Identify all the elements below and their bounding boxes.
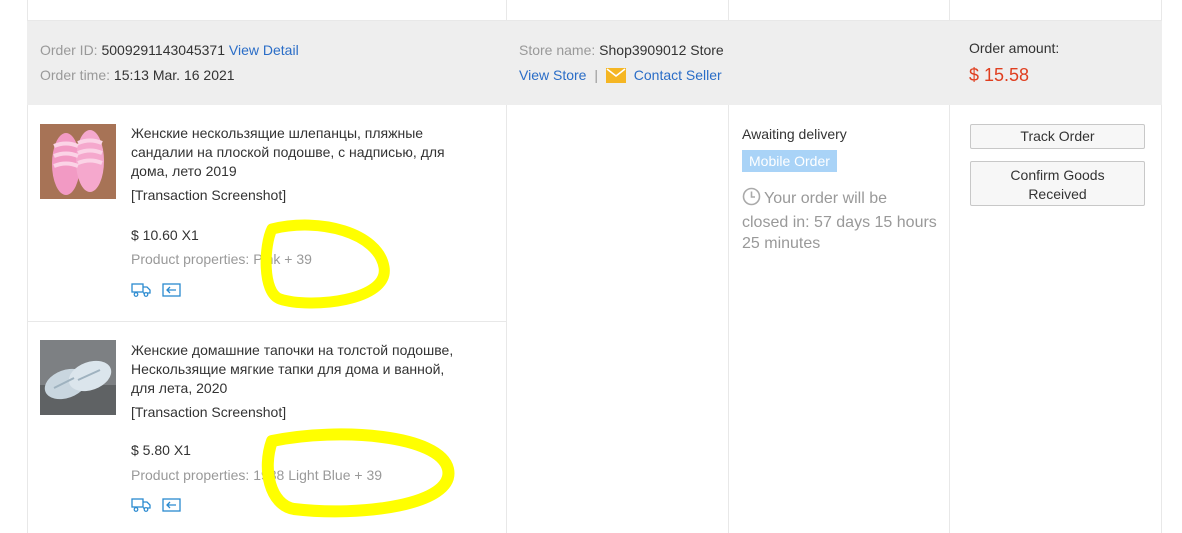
product-title[interactable]: Женские домашние тапочки на толстой подо… (131, 341, 501, 398)
order-id-value: 5009291143045371 (101, 42, 226, 58)
order-amount-label: Order amount: (969, 40, 1060, 56)
order-countdown: Your order will be closed in: 57 days 15… (742, 187, 947, 254)
store-name-label: Store name: (519, 42, 596, 58)
product-title-line: Женские домашние тапочки на толстой подо… (131, 342, 454, 358)
view-detail-link[interactable]: View Detail (229, 42, 299, 58)
product-title[interactable]: Женские нескользящие шлепанцы, пляжные с… (131, 124, 501, 181)
countdown-line: Your order will be (764, 190, 888, 207)
product-properties-value: 1988 Light Blue + 39 (253, 467, 383, 483)
view-store-link[interactable]: View Store (519, 67, 586, 83)
mobile-order-badge: Mobile Order (742, 150, 837, 172)
contact-seller-link[interactable]: Contact Seller (634, 67, 722, 83)
countdown-line: 25 minutes (742, 235, 821, 252)
product-properties-label: Product properties: (131, 251, 250, 267)
order-time-value: 15:13 Mar. 16 2021 (113, 67, 235, 83)
product-properties-value: Pink + 39 (253, 251, 312, 267)
product-properties: Product properties: 1988 Light Blue + 39 (131, 467, 382, 483)
product-title-line: Женские нескользящие шлепанцы, пляжные (131, 125, 424, 141)
item-divider (27, 321, 506, 322)
product-properties-label: Product properties: (131, 467, 250, 483)
clock-icon (742, 187, 761, 212)
order-header (27, 21, 1162, 105)
item-price: $ 10.60 X1 (131, 227, 199, 243)
order-id-label: Order ID: (40, 42, 98, 58)
product-title-line: сандалии на плоской подошве, с надписью,… (131, 144, 445, 160)
shipping-truck-icon[interactable] (131, 283, 151, 297)
store-links-row: View Store | Contact Seller (519, 67, 722, 86)
store-name-value: Shop3909012 Store (599, 42, 724, 58)
order-status: Awaiting delivery (742, 126, 847, 142)
shipping-truck-icon[interactable] (131, 498, 151, 512)
product-properties: Product properties: Pink + 39 (131, 251, 312, 267)
order-time-row: Order time: 15:13 Mar. 16 2021 (40, 67, 235, 83)
order-id-row: Order ID: 5009291143045371 View Detail (40, 42, 299, 58)
product-image-pink-slippers[interactable] (40, 124, 116, 199)
return-icon[interactable] (162, 498, 182, 512)
item-price: $ 5.80 X1 (131, 442, 191, 458)
transaction-screenshot-link[interactable]: [Transaction Screenshot] (131, 404, 286, 420)
link-separator: | (594, 67, 598, 83)
button-label-line: Confirm Goods (1010, 167, 1105, 183)
product-title-line: для лета, 2020 (131, 380, 228, 396)
product-title-line: Нескользящие мягкие тапки для дома и ван… (131, 361, 445, 377)
store-name-row: Store name: Shop3909012 Store (519, 42, 724, 58)
return-icon[interactable] (162, 283, 182, 297)
transaction-screenshot-link[interactable]: [Transaction Screenshot] (131, 187, 286, 203)
confirm-goods-received-button[interactable]: Confirm Goods Received (970, 161, 1145, 206)
mail-icon[interactable] (605, 68, 626, 86)
product-title-line: дома, лето 2019 (131, 163, 237, 179)
countdown-line: closed in: 57 days 15 hours (742, 214, 937, 231)
button-label-line: Received (1028, 186, 1087, 202)
product-image-blue-slippers[interactable] (40, 340, 116, 415)
order-amount-value: $ 15.58 (969, 65, 1030, 85)
track-order-button[interactable]: Track Order (970, 124, 1145, 149)
order-time-label: Order time: (40, 67, 111, 83)
